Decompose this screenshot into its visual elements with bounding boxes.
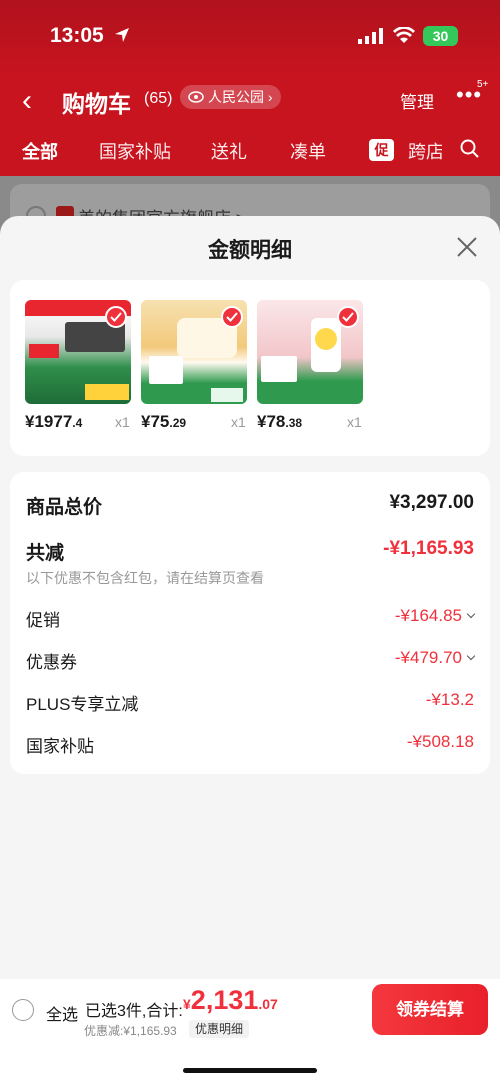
product-price-int: ¥78 [257, 412, 286, 431]
promotion-label: 促销 [26, 611, 60, 630]
checkout-button[interactable]: 领券结算 [372, 984, 488, 1035]
status-bar: 13:05 30 [0, 0, 500, 76]
back-icon[interactable]: ‹ [22, 84, 32, 118]
home-indicator [183, 1068, 317, 1073]
eye-icon [188, 91, 204, 103]
cart-header: ‹ 购物车 (65) 人民公园 › 管理 ••• 5+ [0, 76, 500, 124]
chevron-down-icon [466, 651, 476, 661]
selection-summary: 已选3件,合计: [85, 1003, 183, 1020]
discount-detail-button[interactable]: 优惠明细 [189, 1020, 250, 1038]
close-icon[interactable] [456, 236, 478, 258]
total-price: ¥2,131.07 [183, 985, 278, 1016]
product-qty: x1 [347, 414, 362, 430]
product-price-int: ¥1977 [25, 412, 73, 431]
battery-icon: 30 [423, 26, 458, 46]
promotion-value: -¥164.85 [394, 606, 476, 626]
tab-national-subsidy[interactable]: 国家补贴 [99, 138, 171, 164]
total-int: 2,131 [190, 985, 259, 1015]
reduction-note: 以下优惠不包含红包，请在结算页查看 [26, 570, 264, 586]
chevron-down-icon [466, 609, 476, 619]
select-all-label[interactable]: 全选 [46, 1001, 78, 1025]
total-currency: ¥ [183, 996, 191, 1012]
battery-level: 30 [432, 28, 449, 44]
product-price-dec: .38 [285, 416, 303, 430]
national-subsidy-value: -¥508.18 [406, 732, 474, 751]
national-subsidy-label: 国家补贴 [26, 737, 94, 756]
location-pill[interactable]: 人民公园 › [180, 85, 281, 109]
promo-tag: 促 [369, 139, 394, 161]
select-all-radio[interactable] [12, 999, 34, 1021]
selected-check-icon [221, 306, 243, 328]
status-time: 13:05 [50, 24, 104, 47]
coupon-label: 优惠券 [26, 653, 77, 672]
reduction-value: -¥1,165.93 [383, 538, 474, 559]
plus-discount-value: -¥13.2 [425, 690, 474, 709]
manage-button[interactable]: 管理 [400, 88, 434, 113]
product-price-dec: .29 [169, 416, 187, 430]
selected-check-icon [105, 306, 127, 328]
tab-all[interactable]: 全部 [22, 138, 58, 164]
discount-summary: 优惠减:¥1,165.93 [84, 1024, 177, 1038]
tab-bundle[interactable]: 凑单 [290, 138, 326, 164]
product-price-int: ¥75 [141, 412, 170, 431]
product-qty: x1 [231, 414, 246, 430]
product-list: ¥1977.4 x1 ¥75.29 x1 ¥78.38 x1 [10, 280, 490, 456]
product-qty: x1 [115, 414, 130, 430]
checkout-bar: 全选 已选3件,合计: ¥2,131.07 优惠减:¥1,165.93 优惠明细… [0, 979, 500, 1083]
search-icon[interactable] [460, 139, 480, 159]
product-price: ¥75.29 [141, 412, 186, 432]
totals-card: 商品总价 ¥3,297.00 共减 -¥1,165.93 以下优惠不包含红包，请… [10, 472, 490, 774]
coupon-value: -¥479.70 [394, 648, 476, 668]
product-price: ¥1977.4 [25, 412, 82, 432]
promotion-amount: -¥164.85 [394, 606, 462, 625]
plus-discount-label: PLUS专享立减 [26, 695, 139, 714]
goods-total-value: ¥3,297.00 [389, 492, 474, 513]
sheet-title: 金额明细 [208, 239, 292, 262]
selected-check-icon [337, 306, 359, 328]
more-badge: 5+ [477, 79, 489, 90]
cart-tabs: 全部 国家补贴 送礼 凑单 促 跨店 [0, 124, 500, 176]
location-arrow-icon [115, 28, 129, 42]
page-title: 购物车 [62, 91, 131, 117]
product-price-dec: .4 [72, 416, 83, 430]
tab-cross-store[interactable]: 跨店 [408, 138, 442, 164]
location-label: 人民公园 [208, 89, 264, 105]
goods-total-label: 商品总价 [26, 497, 103, 518]
total-dec: .07 [258, 996, 278, 1012]
reduction-label: 共减 [26, 543, 65, 564]
wifi-icon [393, 27, 415, 43]
tab-gift[interactable]: 送礼 [211, 138, 247, 164]
product-price: ¥78.38 [257, 412, 302, 432]
cart-count: (65) [144, 90, 173, 107]
cellular-signal-icon [358, 28, 383, 44]
amount-detail-sheet: 金额明细 ¥1977.4 x1 ¥75.29 x1 ¥78.38 x1 商品总价… [0, 216, 500, 979]
coupon-amount: -¥479.70 [394, 648, 462, 667]
